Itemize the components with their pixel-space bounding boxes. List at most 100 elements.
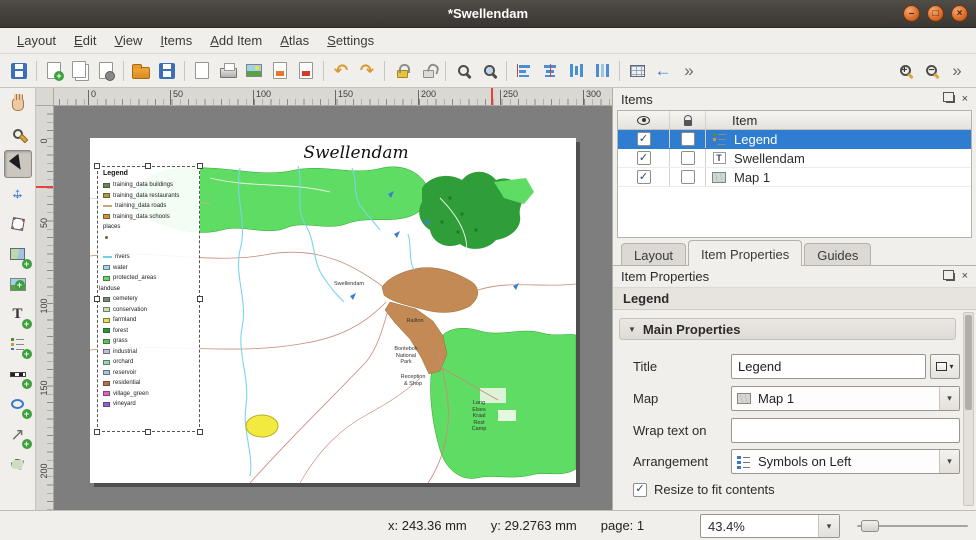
add-scalebar-icon[interactable]	[4, 360, 32, 388]
lock-checkbox[interactable]	[681, 132, 695, 146]
layout-page[interactable]: Swellendam Swellendam Railton Bontebok N…	[90, 138, 576, 483]
menu-add-item[interactable]: Add Item	[201, 30, 271, 51]
add-label-icon[interactable]	[4, 300, 32, 328]
float-panel-icon[interactable]	[946, 273, 955, 281]
menu-settings[interactable]: Settings	[318, 30, 383, 51]
close-panel-icon[interactable]: ×	[962, 94, 968, 105]
item-options-icon[interactable]	[624, 58, 650, 84]
map-title-label[interactable]: Swellendam	[90, 143, 576, 163]
save-project-icon[interactable]	[6, 58, 32, 84]
zoom-region-icon[interactable]	[476, 58, 502, 84]
undo-icon[interactable]: ↶	[328, 58, 354, 84]
selection-handle[interactable]	[197, 296, 203, 302]
layout-viewport[interactable]: Swellendam Swellendam Railton Bontebok N…	[54, 106, 612, 510]
close-panel-icon[interactable]: ×	[962, 271, 968, 282]
selection-handle[interactable]	[145, 163, 151, 169]
add-node-item-icon[interactable]	[4, 450, 32, 478]
select-move-item-tool-icon[interactable]	[4, 150, 32, 178]
lock-checkbox[interactable]	[681, 151, 695, 165]
zoom-full-icon[interactable]	[450, 58, 476, 84]
align-center-icon[interactable]	[537, 58, 563, 84]
add-arrow-icon[interactable]: ↗	[4, 420, 32, 448]
lock-checkbox[interactable]	[681, 170, 695, 184]
minimize-button[interactable]: –	[903, 5, 920, 22]
zoom-out-icon[interactable]	[918, 58, 944, 84]
items-row-legend[interactable]: ✓ Legend	[618, 130, 971, 149]
legend-swatch	[103, 307, 110, 312]
selection-handle[interactable]	[145, 429, 151, 435]
add-pages-icon[interactable]	[189, 58, 215, 84]
legend-item[interactable]: Legend training_data buildings training_…	[97, 166, 200, 432]
data-defined-override-button[interactable]: ▾	[930, 354, 960, 379]
zoom-slider-handle[interactable]	[861, 520, 879, 532]
legend-entry: village_green	[103, 389, 199, 400]
tab-item-properties[interactable]: Item Properties	[688, 240, 802, 266]
add-map-icon[interactable]	[4, 240, 32, 268]
new-layout-icon[interactable]	[41, 58, 67, 84]
duplicate-layout-icon[interactable]	[67, 58, 93, 84]
arrangement-select[interactable]: Symbols on Left ▾	[731, 449, 960, 474]
zoom-slider[interactable]	[857, 525, 968, 527]
tab-layout[interactable]: Layout	[621, 243, 686, 266]
selection-handle[interactable]	[94, 429, 100, 435]
move-item-content-tool-icon[interactable]: ↔↕	[4, 180, 32, 208]
tab-guides[interactable]: Guides	[804, 243, 871, 266]
wrap-text-input[interactable]	[731, 418, 960, 443]
menu-edit[interactable]: Edit	[65, 30, 105, 51]
unlock-items-icon[interactable]	[415, 58, 441, 84]
zoom-tool-icon[interactable]	[4, 120, 32, 148]
add-shape-icon[interactable]	[4, 390, 32, 418]
menu-view[interactable]: View	[105, 30, 151, 51]
redo-icon[interactable]: ↷	[354, 58, 380, 84]
toolbar-overflow-right-icon[interactable]: »	[944, 58, 970, 84]
properties-scrollbar[interactable]	[963, 312, 974, 506]
ruler-tick-label: 300	[586, 89, 601, 99]
visibility-checkbox[interactable]: ✓	[637, 132, 651, 146]
title-input[interactable]	[731, 354, 926, 379]
chevron-down-icon: ▾	[818, 515, 839, 537]
revert-icon[interactable]: ←	[650, 58, 676, 84]
add-legend-icon[interactable]	[4, 330, 32, 358]
export-pdf-icon[interactable]	[293, 58, 319, 84]
resize-to-fit-row: ✓ Resize to fit contents	[633, 482, 775, 497]
menu-atlas[interactable]: Atlas	[271, 30, 318, 51]
close-button[interactable]: ×	[951, 5, 968, 22]
lock-items-icon[interactable]	[389, 58, 415, 84]
save-template-icon[interactable]	[154, 58, 180, 84]
add-picture-icon[interactable]	[4, 270, 32, 298]
items-row-label[interactable]: ✓ Swellendam	[618, 149, 971, 168]
align-items-icon[interactable]	[511, 58, 537, 84]
zoom-in-icon[interactable]	[892, 58, 918, 84]
zoom-level-combobox[interactable]: 43.4% ▾	[700, 514, 840, 538]
print-icon[interactable]	[215, 58, 241, 84]
pan-tool-icon[interactable]	[4, 90, 32, 118]
toolbar-separator	[36, 61, 37, 81]
resize-to-fit-checkbox[interactable]: ✓	[633, 483, 647, 497]
export-svg-icon[interactable]	[267, 58, 293, 84]
legend-swatch	[103, 328, 110, 333]
legend-entry: farmland	[103, 315, 199, 326]
load-template-icon[interactable]	[128, 58, 154, 84]
menu-items[interactable]: Items	[151, 30, 201, 51]
visibility-checkbox[interactable]: ✓	[637, 151, 651, 165]
float-panel-icon[interactable]	[946, 95, 955, 103]
items-row-map[interactable]: ✓ Map 1	[618, 168, 971, 187]
selection-handle[interactable]	[197, 163, 203, 169]
visibility-checkbox[interactable]: ✓	[637, 170, 651, 184]
resize-items-icon[interactable]	[589, 58, 615, 84]
distribute-items-icon[interactable]	[563, 58, 589, 84]
selection-handle[interactable]	[197, 429, 203, 435]
menu-layout[interactable]: Layout	[8, 30, 65, 51]
layout-manager-icon[interactable]	[93, 58, 119, 84]
maximize-button[interactable]: □	[927, 5, 944, 22]
selection-handle[interactable]	[94, 163, 100, 169]
main-properties-group[interactable]: ▼ Main Properties	[619, 318, 956, 340]
chevron-down-icon: ▾	[939, 450, 959, 473]
legend-entry: protected_areas	[103, 273, 199, 284]
map-select[interactable]: Map 1 ▾	[731, 386, 960, 411]
selection-handle[interactable]	[94, 296, 100, 302]
properties-scroll-area: ▼ Main Properties Title ▾ Map Map 1 ▾	[613, 310, 962, 510]
edit-nodes-tool-icon[interactable]	[4, 210, 32, 238]
toolbar-overflow-icon[interactable]: »	[676, 58, 702, 84]
export-image-icon[interactable]	[241, 58, 267, 84]
